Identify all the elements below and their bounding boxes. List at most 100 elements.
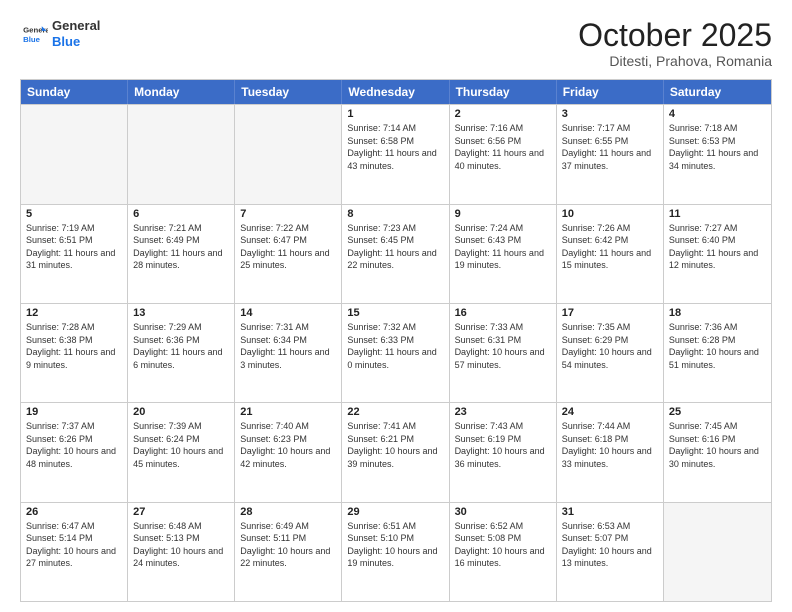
calendar-cell: 27 Sunrise: 6:48 AM Sunset: 5:13 PM Dayli… <box>128 503 235 601</box>
header: General Blue General Blue October 2025 D… <box>20 18 772 69</box>
cell-info: Sunrise: 7:21 AM Sunset: 6:49 PM Dayligh… <box>133 222 229 272</box>
day-number: 9 <box>455 208 551 220</box>
calendar-cell: 14 Sunrise: 7:31 AM Sunset: 6:34 PM Dayli… <box>235 304 342 402</box>
cell-info: Sunrise: 7:36 AM Sunset: 6:28 PM Dayligh… <box>669 321 766 371</box>
cell-info: Sunrise: 7:40 AM Sunset: 6:23 PM Dayligh… <box>240 420 336 470</box>
day-number: 18 <box>669 307 766 319</box>
calendar-body: 1Sunrise: 7:14 AM Sunset: 6:58 PM Daylig… <box>21 104 771 601</box>
calendar-cell <box>664 503 771 601</box>
calendar-row-1: 1Sunrise: 7:14 AM Sunset: 6:58 PM Daylig… <box>21 104 771 203</box>
calendar-cell: 18 Sunrise: 7:36 AM Sunset: 6:28 PM Dayli… <box>664 304 771 402</box>
calendar-cell: 13Sunrise: 7:29 AM Sunset: 6:36 PM Dayli… <box>128 304 235 402</box>
calendar-cell: 16Sunrise: 7:33 AM Sunset: 6:31 PM Dayli… <box>450 304 557 402</box>
day-number: 17 <box>562 307 658 319</box>
calendar-cell: 6 Sunrise: 7:21 AM Sunset: 6:49 PM Daylig… <box>128 205 235 303</box>
calendar-cell: 4Sunrise: 7:18 AM Sunset: 6:53 PM Daylig… <box>664 105 771 203</box>
header-day-sunday: Sunday <box>21 80 128 104</box>
calendar-cell: 5 Sunrise: 7:19 AM Sunset: 6:51 PM Daylig… <box>21 205 128 303</box>
calendar: SundayMondayTuesdayWednesdayThursdayFrid… <box>20 79 772 602</box>
day-number: 10 <box>562 208 658 220</box>
day-number: 29 <box>347 506 443 518</box>
cell-info: Sunrise: 6:53 AM Sunset: 5:07 PM Dayligh… <box>562 520 658 570</box>
calendar-cell: 12 Sunrise: 7:28 AM Sunset: 6:38 PM Dayli… <box>21 304 128 402</box>
cell-info: Sunrise: 7:17 AM Sunset: 6:55 PM Dayligh… <box>562 122 658 172</box>
calendar-cell: 25 Sunrise: 7:45 AM Sunset: 6:16 PM Dayli… <box>664 403 771 501</box>
day-number: 11 <box>669 208 766 220</box>
cell-info: Sunrise: 7:16 AM Sunset: 6:56 PM Dayligh… <box>455 122 551 172</box>
page: General Blue General Blue October 2025 D… <box>0 0 792 612</box>
cell-info: Sunrise: 7:39 AM Sunset: 6:24 PM Dayligh… <box>133 420 229 470</box>
header-day-thursday: Thursday <box>450 80 557 104</box>
logo-text: General Blue <box>52 18 100 49</box>
day-number: 25 <box>669 406 766 418</box>
day-number: 20 <box>133 406 229 418</box>
day-number: 12 <box>26 307 122 319</box>
day-number: 15 <box>347 307 443 319</box>
calendar-cell: 22 Sunrise: 7:41 AM Sunset: 6:21 PM Dayli… <box>342 403 449 501</box>
day-number: 2 <box>455 108 551 120</box>
cell-info: Sunrise: 7:35 AM Sunset: 6:29 PM Dayligh… <box>562 321 658 371</box>
cell-info: Sunrise: 7:28 AM Sunset: 6:38 PM Dayligh… <box>26 321 122 371</box>
header-day-tuesday: Tuesday <box>235 80 342 104</box>
calendar-cell: 23 Sunrise: 7:43 AM Sunset: 6:19 PM Dayli… <box>450 403 557 501</box>
day-number: 5 <box>26 208 122 220</box>
cell-info: Sunrise: 7:43 AM Sunset: 6:19 PM Dayligh… <box>455 420 551 470</box>
calendar-cell: 7 Sunrise: 7:22 AM Sunset: 6:47 PM Daylig… <box>235 205 342 303</box>
day-number: 22 <box>347 406 443 418</box>
cell-info: Sunrise: 7:32 AM Sunset: 6:33 PM Dayligh… <box>347 321 443 371</box>
calendar-cell: 3 Sunrise: 7:17 AM Sunset: 6:55 PM Daylig… <box>557 105 664 203</box>
calendar-cell: 8Sunrise: 7:23 AM Sunset: 6:45 PM Daylig… <box>342 205 449 303</box>
calendar-row-4: 19 Sunrise: 7:37 AM Sunset: 6:26 PM Dayli… <box>21 402 771 501</box>
calendar-cell: 29Sunrise: 6:51 AM Sunset: 5:10 PM Dayli… <box>342 503 449 601</box>
title-block: October 2025 Ditesti, Prahova, Romania <box>578 18 772 69</box>
calendar-row-3: 12 Sunrise: 7:28 AM Sunset: 6:38 PM Dayli… <box>21 303 771 402</box>
day-number: 31 <box>562 506 658 518</box>
cell-info: Sunrise: 7:22 AM Sunset: 6:47 PM Dayligh… <box>240 222 336 272</box>
cell-info: Sunrise: 7:24 AM Sunset: 6:43 PM Dayligh… <box>455 222 551 272</box>
cell-info: Sunrise: 7:44 AM Sunset: 6:18 PM Dayligh… <box>562 420 658 470</box>
calendar-cell: 10 Sunrise: 7:26 AM Sunset: 6:42 PM Dayli… <box>557 205 664 303</box>
day-number: 3 <box>562 108 658 120</box>
day-number: 23 <box>455 406 551 418</box>
logo-line2: Blue <box>52 34 100 50</box>
cell-info: Sunrise: 7:31 AM Sunset: 6:34 PM Dayligh… <box>240 321 336 371</box>
calendar-cell: 30 Sunrise: 6:52 AM Sunset: 5:08 PM Dayli… <box>450 503 557 601</box>
cell-info: Sunrise: 6:52 AM Sunset: 5:08 PM Dayligh… <box>455 520 551 570</box>
calendar-cell: 17 Sunrise: 7:35 AM Sunset: 6:29 PM Dayli… <box>557 304 664 402</box>
cell-info: Sunrise: 7:23 AM Sunset: 6:45 PM Dayligh… <box>347 222 443 272</box>
day-number: 30 <box>455 506 551 518</box>
cell-info: Sunrise: 7:19 AM Sunset: 6:51 PM Dayligh… <box>26 222 122 272</box>
day-number: 21 <box>240 406 336 418</box>
day-number: 6 <box>133 208 229 220</box>
svg-text:Blue: Blue <box>23 34 41 43</box>
day-number: 14 <box>240 307 336 319</box>
calendar-cell: 24Sunrise: 7:44 AM Sunset: 6:18 PM Dayli… <box>557 403 664 501</box>
header-day-saturday: Saturday <box>664 80 771 104</box>
cell-info: Sunrise: 7:26 AM Sunset: 6:42 PM Dayligh… <box>562 222 658 272</box>
calendar-cell: 21 Sunrise: 7:40 AM Sunset: 6:23 PM Dayli… <box>235 403 342 501</box>
day-number: 7 <box>240 208 336 220</box>
calendar-cell: 15 Sunrise: 7:32 AM Sunset: 6:33 PM Dayli… <box>342 304 449 402</box>
calendar-cell: 20 Sunrise: 7:39 AM Sunset: 6:24 PM Dayli… <box>128 403 235 501</box>
calendar-cell <box>235 105 342 203</box>
day-number: 13 <box>133 307 229 319</box>
cell-info: Sunrise: 6:48 AM Sunset: 5:13 PM Dayligh… <box>133 520 229 570</box>
cell-info: Sunrise: 7:14 AM Sunset: 6:58 PM Dayligh… <box>347 122 443 172</box>
logo: General Blue General Blue <box>20 18 100 49</box>
cell-info: Sunrise: 7:18 AM Sunset: 6:53 PM Dayligh… <box>669 122 766 172</box>
logo-line1: General <box>52 18 100 34</box>
location: Ditesti, Prahova, Romania <box>578 53 772 69</box>
day-number: 19 <box>26 406 122 418</box>
cell-info: Sunrise: 7:45 AM Sunset: 6:16 PM Dayligh… <box>669 420 766 470</box>
calendar-cell: 1Sunrise: 7:14 AM Sunset: 6:58 PM Daylig… <box>342 105 449 203</box>
day-number: 26 <box>26 506 122 518</box>
cell-info: Sunrise: 7:41 AM Sunset: 6:21 PM Dayligh… <box>347 420 443 470</box>
header-day-wednesday: Wednesday <box>342 80 449 104</box>
calendar-cell: 28Sunrise: 6:49 AM Sunset: 5:11 PM Dayli… <box>235 503 342 601</box>
cell-info: Sunrise: 7:37 AM Sunset: 6:26 PM Dayligh… <box>26 420 122 470</box>
cell-info: Sunrise: 6:47 AM Sunset: 5:14 PM Dayligh… <box>26 520 122 570</box>
calendar-cell: 11 Sunrise: 7:27 AM Sunset: 6:40 PM Dayli… <box>664 205 771 303</box>
cell-info: Sunrise: 7:27 AM Sunset: 6:40 PM Dayligh… <box>669 222 766 272</box>
day-number: 27 <box>133 506 229 518</box>
month-title: October 2025 <box>578 18 772 53</box>
